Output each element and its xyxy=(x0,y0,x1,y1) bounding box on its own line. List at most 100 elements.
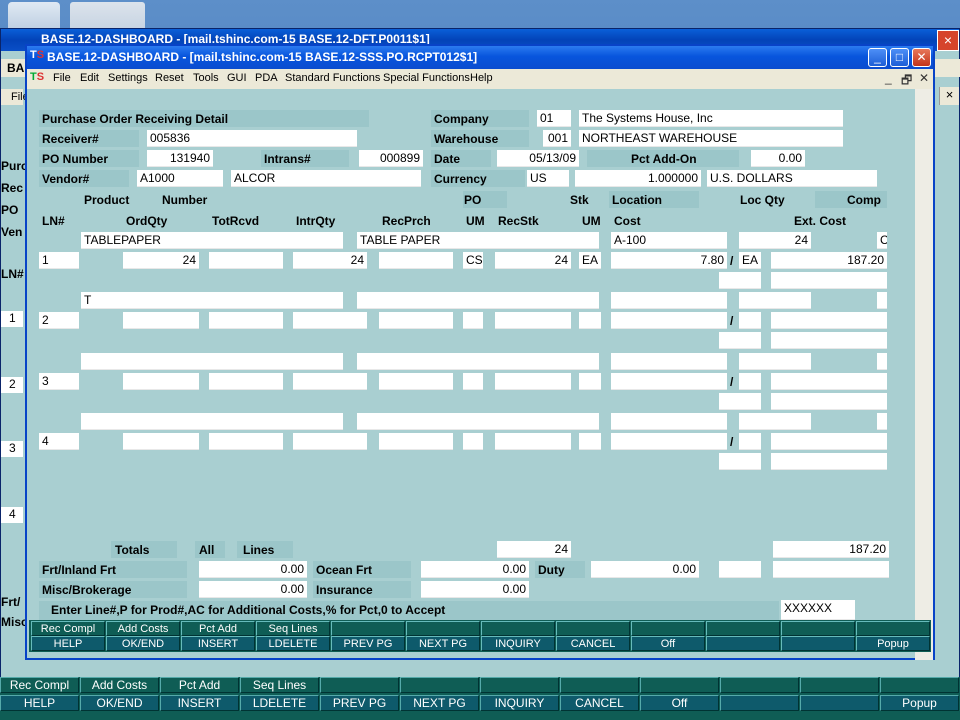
menu-help[interactable]: Help xyxy=(470,72,493,84)
function-key-top-1[interactable]: Rec Compl xyxy=(31,621,105,636)
frt-field[interactable]: 0.00 xyxy=(199,561,307,578)
insurance-field[interactable]: 0.00 xyxy=(421,581,529,598)
menu-edit[interactable]: Edit xyxy=(80,72,99,84)
comp-field[interactable] xyxy=(877,413,887,430)
background-function-key-bot-4[interactable]: LDELETE xyxy=(240,695,319,711)
recprch-field[interactable] xyxy=(379,373,453,390)
recprch-field[interactable] xyxy=(379,312,453,329)
background-function-key-top-1[interactable]: Rec Compl xyxy=(0,677,79,693)
recprch-field[interactable] xyxy=(379,252,453,269)
mdi-close-icon[interactable]: ✕ xyxy=(919,71,929,85)
line-number-field[interactable]: 2 xyxy=(39,312,79,329)
background-close-icon[interactable]: × xyxy=(937,30,959,51)
function-key-bot-10[interactable] xyxy=(706,636,780,651)
background-function-key-bot-12[interactable]: Popup xyxy=(880,695,959,711)
function-key-top-3[interactable]: Pct Add xyxy=(181,621,255,636)
recstk-field[interactable]: 24 xyxy=(495,252,571,269)
menu-gui[interactable]: GUI xyxy=(227,72,247,84)
function-key-bot-3[interactable]: INSERT xyxy=(181,636,255,651)
function-key-bot-11[interactable] xyxy=(781,636,855,651)
warehouse-code-field[interactable]: 001 xyxy=(543,130,571,147)
mdi-restore-icon[interactable]: 🗗 xyxy=(901,71,912,92)
menu-tools[interactable]: Tools xyxy=(193,72,219,84)
menu-reset[interactable]: Reset xyxy=(155,72,184,84)
function-key-bot-6[interactable]: NEXT PG xyxy=(406,636,480,651)
blank-field[interactable] xyxy=(719,453,761,470)
mdi-minimize-icon[interactable]: _ xyxy=(885,71,892,85)
menu-special-functions[interactable]: Special Functions xyxy=(383,72,470,84)
function-key-bot-7[interactable]: INQUIRY xyxy=(481,636,555,651)
blank-field[interactable] xyxy=(771,272,887,289)
line-number-field[interactable]: 3 xyxy=(39,373,79,390)
blank-field[interactable] xyxy=(773,561,889,578)
minimize-icon[interactable]: _ xyxy=(868,48,887,67)
function-key-top-4[interactable]: Seq Lines xyxy=(256,621,330,636)
currency-rate-field[interactable]: 1.000000 xyxy=(575,170,701,187)
function-key-bot-12[interactable]: Popup xyxy=(856,636,930,651)
function-key-bot-5[interactable]: PREV PG xyxy=(331,636,405,651)
loc-qty-field[interactable]: 24 xyxy=(739,232,811,249)
blank-field[interactable] xyxy=(771,393,887,410)
background-function-key-bot-1[interactable]: HELP xyxy=(0,695,79,711)
duty-field[interactable]: 0.00 xyxy=(591,561,699,578)
function-key-top-8[interactable] xyxy=(556,621,630,636)
function-key-top-6[interactable] xyxy=(406,621,480,636)
background-function-key-top-2[interactable]: Add Costs xyxy=(80,677,159,693)
loc-qty-field[interactable] xyxy=(739,292,811,309)
receiver-field[interactable]: 005836 xyxy=(147,130,357,147)
function-key-top-9[interactable] xyxy=(631,621,705,636)
background-function-key-top-6[interactable] xyxy=(400,677,479,693)
loc-qty-field[interactable] xyxy=(739,353,811,370)
background-file-menu[interactable]: File xyxy=(1,89,29,105)
function-key-top-2[interactable]: Add Costs xyxy=(106,621,180,636)
background-function-key-top-8[interactable] xyxy=(560,677,639,693)
comp-field[interactable]: C xyxy=(877,232,887,249)
product-field[interactable] xyxy=(81,353,343,370)
cost-field[interactable] xyxy=(611,373,727,390)
menu-pda[interactable]: PDA xyxy=(255,72,278,84)
blank-field[interactable] xyxy=(719,393,761,410)
close-icon[interactable]: ✕ xyxy=(912,48,931,67)
function-key-bot-8[interactable]: CANCEL xyxy=(556,636,630,651)
blank-field[interactable] xyxy=(771,453,887,470)
menu-settings[interactable]: Settings xyxy=(108,72,148,84)
vendor-code-field[interactable]: A1000 xyxy=(137,170,223,187)
background-function-key-bot-2[interactable]: OK/END xyxy=(80,695,159,711)
recstk-field[interactable] xyxy=(495,312,571,329)
prompt-input[interactable]: XXXXXX xyxy=(781,600,855,620)
background-function-key-top-12[interactable] xyxy=(880,677,959,693)
function-key-top-11[interactable] xyxy=(781,621,855,636)
company-code-field[interactable]: 01 xyxy=(537,110,571,127)
blank-field[interactable] xyxy=(719,561,761,578)
function-key-top-10[interactable] xyxy=(706,621,780,636)
background-mdi-close-icon[interactable]: × xyxy=(939,87,959,105)
background-function-key-bot-10[interactable] xyxy=(720,695,799,711)
loc-qty-field[interactable] xyxy=(739,413,811,430)
function-key-top-7[interactable] xyxy=(481,621,555,636)
misc-field[interactable]: 0.00 xyxy=(199,581,307,598)
currency-code-field[interactable]: US xyxy=(527,170,569,187)
cost-field[interactable]: 7.80 xyxy=(611,252,727,269)
background-function-key-bot-5[interactable]: PREV PG xyxy=(320,695,399,711)
pct-addon-field[interactable]: 0.00 xyxy=(751,150,805,167)
ocean-frt-field[interactable]: 0.00 xyxy=(421,561,529,578)
recprch-field[interactable] xyxy=(379,433,453,450)
vertical-scrollbar[interactable] xyxy=(915,89,933,660)
recstk-field[interactable] xyxy=(495,433,571,450)
recstk-field[interactable] xyxy=(495,373,571,390)
function-key-top-12[interactable] xyxy=(856,621,930,636)
location-field[interactable]: A-100 xyxy=(611,232,727,249)
menu-file[interactable]: File xyxy=(53,72,71,84)
blank-field[interactable] xyxy=(719,272,761,289)
cost-field[interactable] xyxy=(611,312,727,329)
product-field[interactable]: T xyxy=(81,292,343,309)
background-function-key-top-11[interactable] xyxy=(800,677,879,693)
background-function-key-bot-11[interactable] xyxy=(800,695,879,711)
blank-field[interactable] xyxy=(719,332,761,349)
background-function-key-top-3[interactable]: Pct Add xyxy=(160,677,239,693)
intrans-field[interactable]: 000899 xyxy=(359,150,423,167)
receiving-window[interactable]: TS BASE.12-DASHBOARD - [mail.tshinc.com-… xyxy=(25,44,935,660)
function-key-bot-1[interactable]: HELP xyxy=(31,636,105,651)
background-function-key-top-7[interactable] xyxy=(480,677,559,693)
function-key-top-5[interactable] xyxy=(331,621,405,636)
